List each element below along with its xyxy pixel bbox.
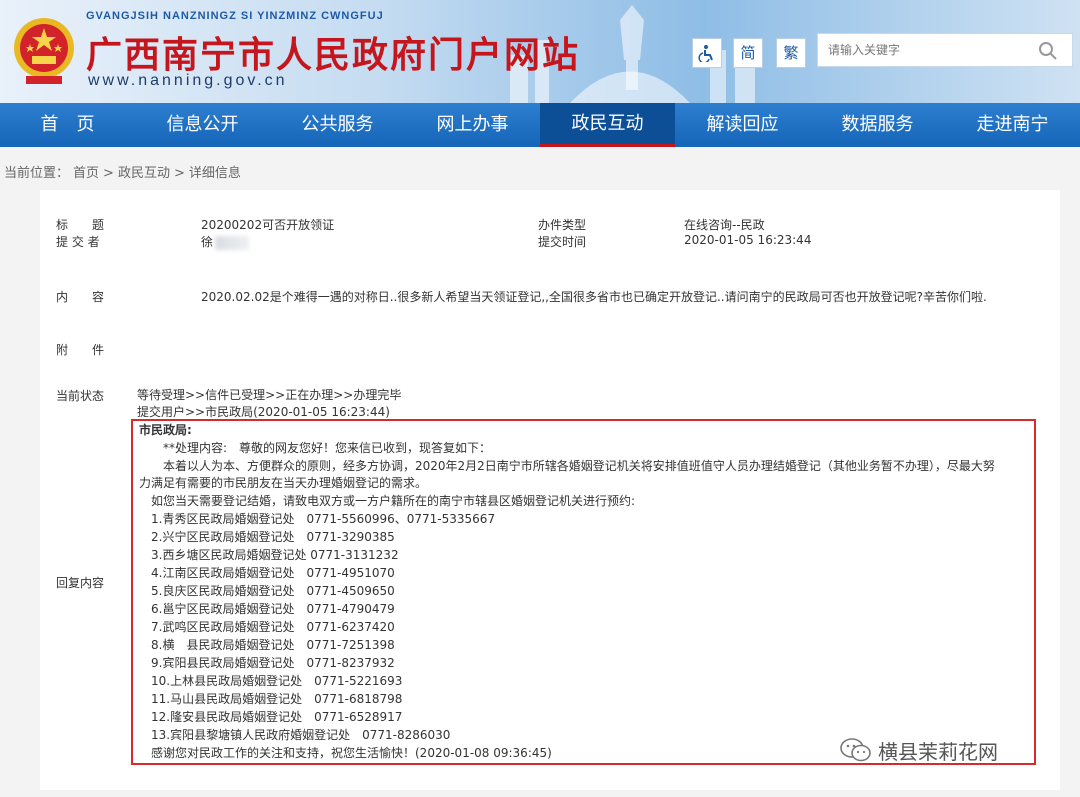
content-value: 2020.02.02是个难得一遇的对称日..很多新人希望当天领证登记,,全国很多… <box>201 290 987 304</box>
submitter-value: 徐 <box>201 233 250 250</box>
reply-line: 5.良庆区民政局婚姻登记处 0771-4509650 <box>139 584 395 598</box>
reply-line: 8.横 县民政局婚姻登记处 0771-7251398 <box>139 638 395 652</box>
reply-line: 6.邕宁区民政局婚姻登记处 0771-4790479 <box>139 602 395 616</box>
accessibility-button[interactable] <box>692 38 722 68</box>
search-icon[interactable] <box>1038 41 1058 61</box>
reply-line: 2.兴宁区民政局婚姻登记处 0771-3290385 <box>139 530 395 544</box>
content-label: 内 容 <box>56 290 105 304</box>
site-pinyin: GVANGJSIH NANZNINGZ SI YINZMINZ CWNGFUJ <box>86 10 384 22</box>
reply-line: 感谢您对民政工作的关注和支持，祝您生活愉快！(2020-01-08 09:36:… <box>139 746 552 760</box>
simplified-chinese-button[interactable]: 简 <box>733 38 763 68</box>
submitter-label: 提 交 者 <box>56 235 100 249</box>
title-label: 标 题 <box>56 218 105 232</box>
reply-line: 4.江南区民政局婚姻登记处 0771-4951070 <box>139 566 395 580</box>
watermark-text: 横县茉莉花网 <box>878 739 998 764</box>
nav-item-home[interactable]: 首 页 <box>0 103 135 147</box>
reply-line: 如您当天需要登记结婚，请致电双方或一方户籍所在的南宁市辖县区婚姻登记机关进行预约… <box>139 494 636 508</box>
site-url: www.nanning.gov.cn <box>88 72 288 89</box>
site-header: GVANGJSIH NANZNINGZ SI YINZMINZ CWNGFUJ … <box>0 0 1080 103</box>
reply-label: 回复内容 <box>56 576 105 590</box>
title-value: 20200202可否开放领证 <box>201 218 335 232</box>
main-nav: 首 页 信息公开 公共服务 网上办事 政民互动 解读回应 数据服务 走进南宁 <box>0 103 1080 147</box>
search-input[interactable] <box>828 40 1028 60</box>
nav-item-about-nanning[interactable]: 走进南宁 <box>945 103 1080 147</box>
reply-line: 13.宾阳县黎塘镇人民政府婚姻登记处 0771-8286030 <box>139 728 451 742</box>
reply-department: 市民政局: <box>139 423 192 437</box>
breadcrumb-current: 详细信息 <box>188 166 241 181</box>
reply-line: **处理内容: 尊敬的网友您好！您来信已收到，现答复如下： <box>139 441 492 455</box>
status-label: 当前状态 <box>56 389 105 403</box>
type-value: 在线咨询--民政 <box>684 218 765 232</box>
breadcrumb: 当前位置： 首页 > 政民互动 > 详细信息 <box>4 162 245 181</box>
nav-item-public-service[interactable]: 公共服务 <box>270 103 405 147</box>
nav-item-interaction[interactable]: 政民互动 <box>540 103 675 147</box>
reply-line: 本着以人为本、方便群众的原则，经多方协调，2020年2月2日南宁市所辖各婚姻登记… <box>139 459 995 473</box>
attachment-label: 附 件 <box>56 343 105 357</box>
submit-time-value: 2020-01-05 16:23:44 <box>684 233 812 247</box>
breadcrumb-prefix: 当前位置： <box>4 166 70 181</box>
watermark: 横县茉莉花网 <box>840 735 998 765</box>
nav-item-interpretation[interactable]: 解读回应 <box>675 103 810 147</box>
breadcrumb-separator: > <box>103 166 114 181</box>
reply-line: 9.宾阳县民政局婚姻登记处 0771-8237932 <box>139 656 395 670</box>
reply-line: 3.西乡塘区民政局婚姻登记处 0771-3131232 <box>139 548 399 562</box>
site-title: 广西南宁市人民政府门户网站 <box>86 35 581 76</box>
status-detail: 提交用户>>市民政局(2020-01-05 16:23:44) <box>137 405 390 419</box>
reply-line: 1.青秀区民政局婚姻登记处 0771-5560996、0771-5335667 <box>139 512 496 526</box>
reply-line: 11.马山县民政局婚姻登记处 0771-6818798 <box>139 692 403 706</box>
wechat-icon <box>840 738 871 762</box>
reply-line: 7.武鸣区民政局婚姻登记处 0771-6237420 <box>139 620 395 634</box>
search-box <box>817 33 1073 67</box>
reply-line: 力满足有需要的市民朋友在当天办理婚姻登记的需求。 <box>139 476 428 490</box>
reply-line: 10.上林县民政局婚姻登记处 0771-5221693 <box>139 674 403 688</box>
breadcrumb-interaction[interactable]: 政民互动 <box>118 166 170 181</box>
reply-content-box: 市民政局: **处理内容: 尊敬的网友您好！您来信已收到，现答复如下： 本着以人… <box>131 419 1036 765</box>
status-value: 等待受理>>信件已受理>>正在办理>>办理完毕 <box>137 388 402 402</box>
nav-item-data-service[interactable]: 数据服务 <box>810 103 945 147</box>
breadcrumb-separator: > <box>173 166 185 181</box>
nav-item-online-service[interactable]: 网上办事 <box>405 103 540 147</box>
breadcrumb-home[interactable]: 首页 <box>73 166 99 181</box>
traditional-chinese-button[interactable]: 繁 <box>776 38 806 68</box>
nav-item-info-disclosure[interactable]: 信息公开 <box>135 103 270 147</box>
accessibility-icon <box>698 45 713 64</box>
reply-line: 12.隆安县民政局婚姻登记处 0771-6528917 <box>139 710 403 724</box>
submit-time-label: 提交时间 <box>538 235 587 249</box>
national-emblem-icon <box>14 18 74 84</box>
type-label: 办件类型 <box>538 218 587 232</box>
